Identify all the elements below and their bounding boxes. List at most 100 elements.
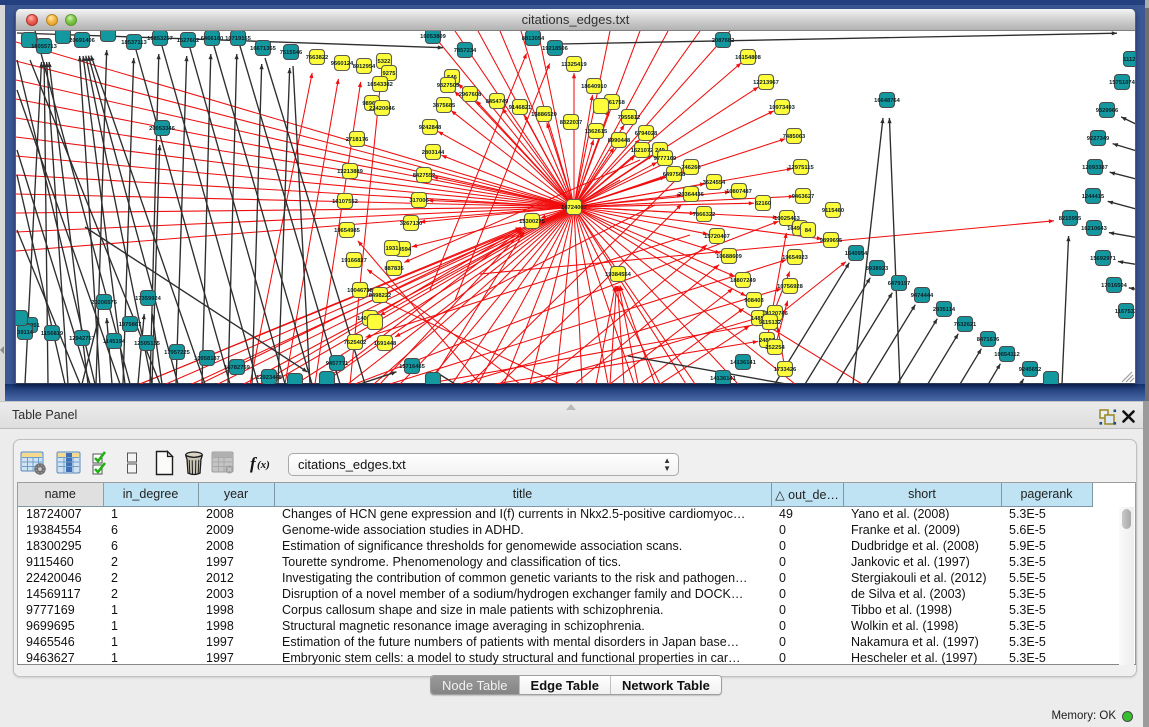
svg-text:18724007: 18724007 xyxy=(561,205,587,211)
svg-text:8454749: 8454749 xyxy=(486,99,509,105)
svg-text:19166827: 19166827 xyxy=(341,258,367,264)
svg-text:8813054: 8813054 xyxy=(522,36,545,42)
svg-text:7955812: 7955812 xyxy=(618,115,641,121)
svg-text:8912954: 8912954 xyxy=(353,64,376,70)
svg-text:15720407: 15720407 xyxy=(704,234,730,240)
svg-text:10958187: 10958187 xyxy=(194,356,220,362)
svg-text:10756928: 10756928 xyxy=(777,284,804,290)
svg-text:19654923: 19654923 xyxy=(782,255,809,261)
svg-text:17957225: 17957225 xyxy=(164,350,191,356)
svg-text:20364436: 20364436 xyxy=(678,192,705,198)
svg-text:16107552: 16107552 xyxy=(332,199,358,205)
svg-text:12923448: 12923448 xyxy=(256,375,283,381)
svg-text:1931: 1931 xyxy=(386,246,400,252)
svg-text:9146821: 9146821 xyxy=(509,105,532,111)
svg-text:15751074: 15751074 xyxy=(1109,80,1135,86)
svg-text:12213967: 12213967 xyxy=(753,80,779,86)
svg-text:10688609: 10688609 xyxy=(716,254,743,260)
svg-text:12093387: 12093387 xyxy=(1082,165,1108,171)
svg-text:7866322: 7866322 xyxy=(693,212,716,218)
svg-text:12213889: 12213889 xyxy=(337,169,364,175)
svg-text:9242848: 9242848 xyxy=(419,125,442,131)
svg-text:20053346: 20053346 xyxy=(149,126,176,132)
svg-text:8471676: 8471676 xyxy=(977,337,1000,343)
svg-text:15300275: 15300275 xyxy=(519,219,546,225)
svg-text:62160: 62160 xyxy=(755,201,771,207)
svg-text:3875685: 3875685 xyxy=(433,103,456,109)
svg-text:8990448: 8990448 xyxy=(608,138,631,144)
svg-text:7632621: 7632621 xyxy=(954,322,977,328)
svg-text:1527602: 1527602 xyxy=(177,38,200,44)
svg-text:7857234: 7857234 xyxy=(454,48,477,54)
svg-text:9115132: 9115132 xyxy=(759,320,781,326)
svg-text:7663822: 7663822 xyxy=(306,55,329,61)
svg-text:9463627: 9463627 xyxy=(792,194,815,200)
svg-text:908403: 908403 xyxy=(744,298,764,304)
svg-text:18807249: 18807249 xyxy=(730,278,757,284)
svg-text:11121: 11121 xyxy=(1123,57,1135,63)
svg-text:10973493: 10973493 xyxy=(769,105,796,111)
svg-text:252254: 252254 xyxy=(765,345,785,351)
svg-text:16648764: 16648764 xyxy=(874,98,901,104)
svg-text:1145194: 1145194 xyxy=(103,339,126,345)
svg-text:5322: 5322 xyxy=(378,59,391,65)
svg-text:1621072: 1621072 xyxy=(631,148,654,154)
svg-text:9457771: 9457771 xyxy=(326,361,349,367)
svg-text:18640910: 18640910 xyxy=(581,84,607,90)
svg-text:15692971: 15692971 xyxy=(1090,256,1117,262)
svg-text:20206575: 20206575 xyxy=(91,300,118,306)
svg-text:16782759: 16782759 xyxy=(224,365,251,371)
svg-text:1691448: 1691448 xyxy=(374,341,397,347)
svg-text:16055713: 16055713 xyxy=(31,44,58,50)
svg-text:19384554: 19384554 xyxy=(605,272,632,278)
svg-text:1167533: 1167533 xyxy=(1115,309,1135,315)
svg-text:15716485: 15716485 xyxy=(399,364,426,370)
svg-text:8938923: 8938923 xyxy=(866,266,889,272)
svg-text:8498222: 8498222 xyxy=(369,293,392,299)
svg-text:10807487: 10807487 xyxy=(726,189,752,195)
svg-text:2967608: 2967608 xyxy=(459,92,482,98)
svg-text:18537113: 18537113 xyxy=(121,40,147,46)
svg-text:16210643: 16210643 xyxy=(1081,226,1108,232)
svg-text:6466160: 6466160 xyxy=(201,36,224,42)
svg-text:2803144: 2803144 xyxy=(422,150,445,156)
svg-text:8215955: 8215955 xyxy=(1059,216,1082,222)
svg-text:9777169: 9777169 xyxy=(654,156,677,162)
svg-text:16053809: 16053809 xyxy=(420,34,447,40)
svg-text:15886520: 15886520 xyxy=(531,112,557,118)
svg-text:1640954: 1640954 xyxy=(845,251,868,257)
svg-text:11325419: 11325419 xyxy=(561,62,587,68)
svg-text:(x): (x) xyxy=(257,459,270,471)
svg-text:14136141: 14136141 xyxy=(710,376,737,382)
svg-text:20691406: 20691406 xyxy=(69,38,96,44)
svg-text:3624554: 3624554 xyxy=(703,180,726,186)
svg-text:1244415: 1244415 xyxy=(1082,194,1105,200)
svg-text:1156819: 1156819 xyxy=(41,331,64,337)
svg-text:16154808: 16154808 xyxy=(735,55,762,61)
svg-text:7485063: 7485063 xyxy=(783,134,806,140)
svg-text:9245652: 9245652 xyxy=(1019,367,1042,373)
svg-text:14136141: 14136141 xyxy=(730,360,757,366)
svg-text:19218506: 19218506 xyxy=(542,46,569,52)
svg-text:9329966: 9329966 xyxy=(1096,108,1119,114)
svg-text:17359924: 17359924 xyxy=(135,296,162,302)
svg-text:9115460: 9115460 xyxy=(822,208,844,214)
svg-text:10719155: 10719155 xyxy=(225,36,252,42)
svg-text:12505135: 12505135 xyxy=(134,341,161,347)
svg-text:9474444: 9474444 xyxy=(911,293,934,299)
svg-text:9660124: 9660124 xyxy=(331,61,354,67)
svg-text:2087682: 2087682 xyxy=(712,38,735,44)
svg-text:2718176: 2718176 xyxy=(346,137,369,143)
svg-text:9227349: 9227349 xyxy=(1087,136,1110,142)
svg-text:17016504: 17016504 xyxy=(1101,283,1128,289)
svg-text:6497568: 6497568 xyxy=(663,172,686,178)
svg-text:16543382: 16543382 xyxy=(367,82,393,88)
svg-text:12942757: 12942757 xyxy=(69,336,95,342)
svg-text:317006: 317006 xyxy=(409,198,429,204)
svg-text:3267130: 3267130 xyxy=(400,221,423,227)
svg-text:6794028: 6794028 xyxy=(635,131,658,137)
svg-text:9275: 9275 xyxy=(383,71,397,77)
svg-text:6479197: 6479197 xyxy=(888,281,911,287)
svg-text:12975115: 12975115 xyxy=(788,165,814,171)
svg-text:1362615: 1362615 xyxy=(585,129,608,135)
